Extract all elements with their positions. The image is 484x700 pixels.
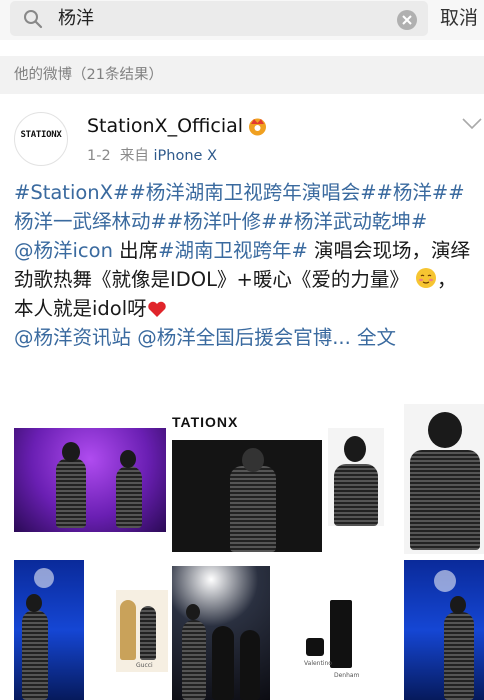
hashtag-hunan-tv[interactable]: #湖南卫视跨年# bbox=[158, 239, 308, 262]
performer-figure bbox=[140, 606, 156, 660]
ellipsis: ... bbox=[332, 326, 351, 349]
stage-light bbox=[434, 570, 456, 592]
search-input[interactable]: 杨洋 bbox=[58, 7, 94, 31]
blushing-face-icon bbox=[416, 268, 437, 288]
performer-figure bbox=[410, 450, 480, 550]
search-box[interactable]: 杨洋 bbox=[10, 1, 428, 36]
performer-figure bbox=[22, 610, 48, 700]
boot-item bbox=[306, 638, 324, 656]
cancel-button[interactable]: 取消 bbox=[440, 6, 478, 30]
chevron-down-icon[interactable] bbox=[462, 118, 482, 130]
full-text-link[interactable]: 全文 bbox=[357, 326, 396, 349]
post-meta: 1-2 来自 iPhone X bbox=[87, 146, 217, 166]
post-photo-9[interactable] bbox=[404, 560, 484, 700]
section-header: 他的微博（21条结果） bbox=[0, 56, 484, 94]
performer-head bbox=[120, 450, 136, 468]
post-photo-8[interactable]: Valentino Denham bbox=[302, 594, 372, 684]
mention-fan-station[interactable]: @杨洋资讯站 bbox=[14, 326, 131, 349]
post-photo-6[interactable]: Gucci bbox=[116, 590, 168, 672]
post-date: 1-2 bbox=[87, 148, 111, 164]
post-photo-5[interactable] bbox=[14, 560, 84, 700]
performer-head bbox=[428, 412, 462, 448]
performer-figure bbox=[230, 466, 276, 552]
performer-head bbox=[186, 604, 200, 620]
performer-figure bbox=[56, 458, 86, 528]
vip-crown-badge-icon bbox=[249, 118, 266, 136]
performer-figure bbox=[334, 464, 378, 526]
mention-fan-club[interactable]: @杨洋全国后援会官博 bbox=[137, 326, 332, 349]
post-photo-2[interactable] bbox=[172, 440, 322, 552]
weibo-post[interactable]: STATIONX StationX_Official 1-2 来自 iPhone… bbox=[0, 94, 484, 700]
performer-figure bbox=[240, 630, 260, 700]
stage-light bbox=[34, 568, 54, 588]
performer-head bbox=[62, 442, 80, 462]
content-text: 出席 bbox=[112, 239, 159, 262]
post-photo-7[interactable] bbox=[172, 566, 270, 700]
brand-label-valentino: Valentino bbox=[304, 660, 332, 667]
harp-figure bbox=[120, 600, 136, 660]
jeans-item bbox=[330, 600, 352, 668]
avatar[interactable]: STATIONX bbox=[14, 112, 68, 166]
clear-icon[interactable] bbox=[396, 9, 418, 31]
username[interactable]: StationX_Official bbox=[87, 114, 243, 138]
source-prefix: 来自 bbox=[119, 148, 149, 164]
performer-figure bbox=[116, 466, 142, 528]
performer-figure bbox=[182, 620, 206, 700]
heart-icon bbox=[147, 301, 166, 317]
photo-logo-text: TATIONX bbox=[172, 414, 239, 430]
performer-head bbox=[26, 594, 42, 612]
post-source: iPhone X bbox=[153, 148, 218, 164]
search-header: 杨洋 取消 bbox=[0, 0, 484, 40]
post-photo-1[interactable] bbox=[14, 428, 166, 532]
post-photo-3[interactable] bbox=[328, 428, 384, 526]
post-photo-4[interactable] bbox=[404, 404, 484, 554]
brand-label-gucci: Gucci bbox=[136, 662, 153, 669]
hashtags[interactable]: #StationX##杨洋湖南卫视跨年演唱会##杨洋##杨洋一武绎林动##杨洋叶… bbox=[14, 181, 465, 233]
search-icon bbox=[24, 10, 43, 29]
performer-head bbox=[344, 436, 366, 462]
performer-head bbox=[450, 596, 466, 614]
brand-label-denham: Denham bbox=[334, 672, 360, 679]
performer-figure bbox=[444, 612, 474, 700]
performer-figure bbox=[212, 626, 234, 700]
section-title: 他的微博（21条结果） bbox=[14, 67, 163, 83]
avatar-logo-text: STATIONX bbox=[20, 130, 62, 140]
performer-head bbox=[242, 448, 264, 472]
mention-yangyang-icon[interactable]: @杨洋icon bbox=[14, 239, 113, 262]
post-content: #StationX##杨洋湖南卫视跨年演唱会##杨洋##杨洋一武绎林动##杨洋叶… bbox=[14, 178, 476, 352]
